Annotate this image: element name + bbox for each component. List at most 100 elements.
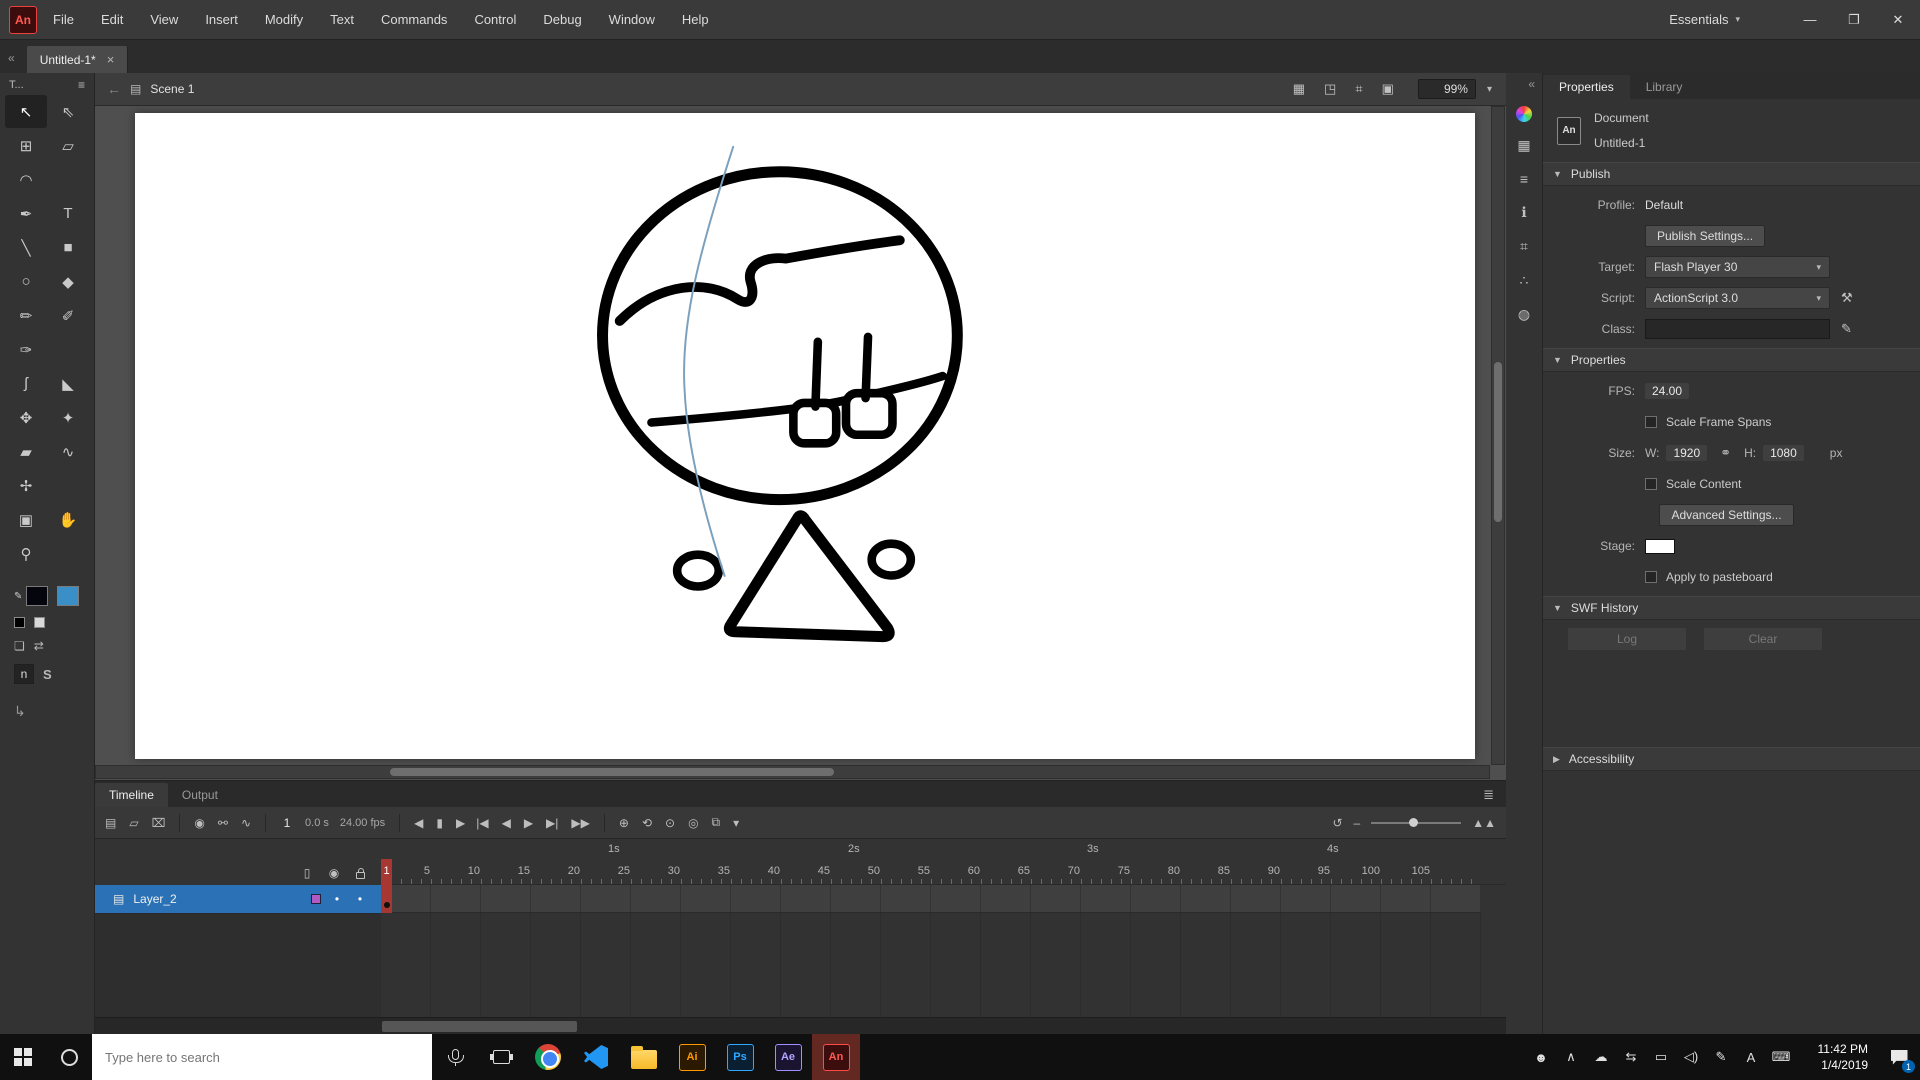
layer-name[interactable]: Layer_2	[133, 892, 302, 906]
step-back-button[interactable]: ◀	[414, 816, 423, 830]
advanced-settings-button[interactable]: Advanced Settings...	[1659, 504, 1793, 526]
mini-black-swatch[interactable]	[14, 617, 25, 628]
apply-pasteboard-checkbox[interactable]	[1645, 571, 1657, 583]
onion-skin-icon[interactable]: ⊙	[665, 816, 675, 830]
target-dropdown[interactable]: Flash Player 30 ▾	[1645, 256, 1830, 278]
width-tool[interactable]: ∿	[47, 435, 89, 468]
add-camera-icon[interactable]: ◉	[194, 816, 204, 830]
class-input[interactable]	[1645, 319, 1830, 339]
close-tab-icon[interactable]: ×	[107, 52, 115, 67]
taskbar-app-aftereffects[interactable]: Ae	[764, 1034, 812, 1080]
swf-log-button[interactable]: Log	[1567, 627, 1687, 651]
gradient-transform-tool[interactable]: ▱	[47, 129, 89, 162]
taskbar-app-animate[interactable]: An	[812, 1034, 860, 1080]
tab-properties[interactable]: Properties	[1543, 75, 1630, 99]
stroke-color-swatch[interactable]	[26, 586, 48, 606]
stage-color-swatch[interactable]	[1645, 539, 1675, 554]
mic-button[interactable]	[432, 1034, 478, 1080]
layer-depth-icon[interactable]: ⚯	[218, 816, 228, 830]
oval-tool[interactable]: ○	[5, 265, 47, 298]
collapse-tools-icon[interactable]: «	[8, 51, 15, 65]
show-hidden-icons[interactable]: ∧	[1556, 1034, 1586, 1080]
script-dropdown[interactable]: ActionScript 3.0 ▾	[1645, 287, 1830, 309]
taskbar-clock[interactable]: 11:42 PM 1/4/2019	[1806, 1041, 1868, 1073]
layer-visible-dot[interactable]: •	[330, 892, 344, 906]
mini-white-swatch[interactable]	[34, 617, 45, 628]
menu-item[interactable]: Commands	[381, 12, 447, 27]
menu-item[interactable]: File	[53, 12, 74, 27]
bone-tool[interactable]: ʃ	[5, 367, 47, 400]
paint-brush-tool[interactable]: ✑	[5, 333, 47, 366]
line-tool[interactable]: ╲	[5, 231, 47, 264]
step-forward-button[interactable]: ▶	[456, 816, 465, 830]
menu-item[interactable]: Text	[330, 12, 354, 27]
taskbar-app-illustrator[interactable]: Ai	[668, 1034, 716, 1080]
onedrive-icon[interactable]: ☁	[1586, 1034, 1616, 1080]
cortana-button[interactable]	[46, 1034, 92, 1080]
timeline-ruler[interactable]: 5101520253035404550556065707580859095100…	[381, 859, 1506, 885]
taskbar-app-explorer[interactable]	[620, 1034, 668, 1080]
width-value[interactable]: 1920	[1666, 445, 1707, 461]
layer-outline-color[interactable]	[311, 894, 321, 904]
horizontal-scrollbar-thumb[interactable]	[390, 768, 834, 776]
menu-item[interactable]: Control	[474, 12, 516, 27]
properties-section-header[interactable]: ▼ Properties	[1543, 348, 1920, 372]
pin-tool[interactable]: ✢	[5, 469, 47, 502]
onion-skin-outlines-icon[interactable]: ◎	[688, 816, 698, 830]
asset-warp-tool[interactable]: ✥	[5, 401, 47, 434]
fps-value[interactable]: 24.00	[1645, 383, 1689, 399]
action-center-button[interactable]: 1	[1878, 1034, 1920, 1080]
modify-markers-icon[interactable]: ▾	[733, 816, 739, 830]
horizontal-scrollbar[interactable]	[95, 765, 1490, 779]
taskbar-search[interactable]	[92, 1034, 432, 1080]
pencil-tool[interactable]: ✏	[5, 299, 47, 332]
publish-section-header[interactable]: ▼ Publish	[1543, 162, 1920, 186]
tab-output[interactable]: Output	[168, 783, 232, 807]
network-icon[interactable]: ⇆	[1616, 1034, 1646, 1080]
hand-tool[interactable]: ✋	[47, 503, 89, 536]
layer-lock-dot[interactable]: •	[353, 892, 367, 906]
stage[interactable]	[135, 113, 1475, 759]
camera-tool[interactable]: ▣	[5, 503, 47, 536]
playhead[interactable]: 1	[381, 859, 392, 913]
timeline-scrollbar[interactable]	[95, 1017, 1506, 1035]
document-name[interactable]: Untitled-1	[1594, 136, 1649, 150]
taskbar-app-photoshop[interactable]: Ps	[716, 1034, 764, 1080]
minimize-button[interactable]: —	[1788, 0, 1832, 40]
layer-frame-strip[interactable]	[381, 885, 1481, 913]
prev-frame-button[interactable]: ◀	[502, 816, 511, 830]
windows-ink-icon[interactable]: ✎	[1706, 1034, 1736, 1080]
close-button[interactable]: ✕	[1876, 0, 1920, 40]
scale-content-checkbox[interactable]	[1645, 478, 1657, 490]
polystar-tool[interactable]: ◆	[47, 265, 89, 298]
stop-button[interactable]: ▮	[436, 816, 443, 830]
panel-menu-icon[interactable]: ≡	[78, 78, 85, 92]
color-panel-icon[interactable]	[1516, 106, 1532, 122]
tool-spacer[interactable]	[47, 469, 89, 502]
swap-colors-icon[interactable]: ⇄	[34, 639, 44, 653]
app-logo-icon[interactable]: An	[9, 6, 37, 34]
collapse-dock-icon[interactable]: «	[1528, 77, 1535, 91]
menu-item[interactable]: Insert	[205, 12, 238, 27]
workspace-switcher[interactable]: Essentials ▾	[1669, 12, 1740, 27]
lock-column-icon[interactable]	[356, 872, 365, 879]
new-folder-icon[interactable]: ▱	[129, 816, 138, 830]
timeline-scrollbar-thumb[interactable]	[382, 1021, 577, 1032]
text-tool[interactable]: T	[47, 197, 89, 230]
menu-item[interactable]: Debug	[543, 12, 581, 27]
tab-timeline[interactable]: Timeline	[95, 783, 168, 807]
eyedropper-tool[interactable]: ✦	[47, 401, 89, 434]
task-view-button[interactable]	[478, 1034, 524, 1080]
layer-row[interactable]: ▤ Layer_2 • •	[95, 885, 381, 913]
battery-icon[interactable]: ▭	[1646, 1034, 1676, 1080]
back-icon[interactable]: ←	[107, 81, 121, 97]
ime-icon[interactable]: A	[1736, 1034, 1766, 1080]
stage-zoom-dropdown-icon[interactable]: ▾	[1487, 84, 1492, 95]
stage-zoom-input[interactable]: 99%	[1418, 79, 1476, 99]
swatches-panel-icon[interactable]: ▦	[1517, 137, 1530, 154]
scene-name[interactable]: Scene 1	[150, 82, 194, 96]
play-button[interactable]: ▶	[524, 816, 533, 830]
menu-item[interactable]: Window	[609, 12, 655, 27]
new-layer-icon[interactable]: ▤	[105, 816, 116, 830]
default-colors-icon[interactable]: ❏	[14, 639, 25, 653]
